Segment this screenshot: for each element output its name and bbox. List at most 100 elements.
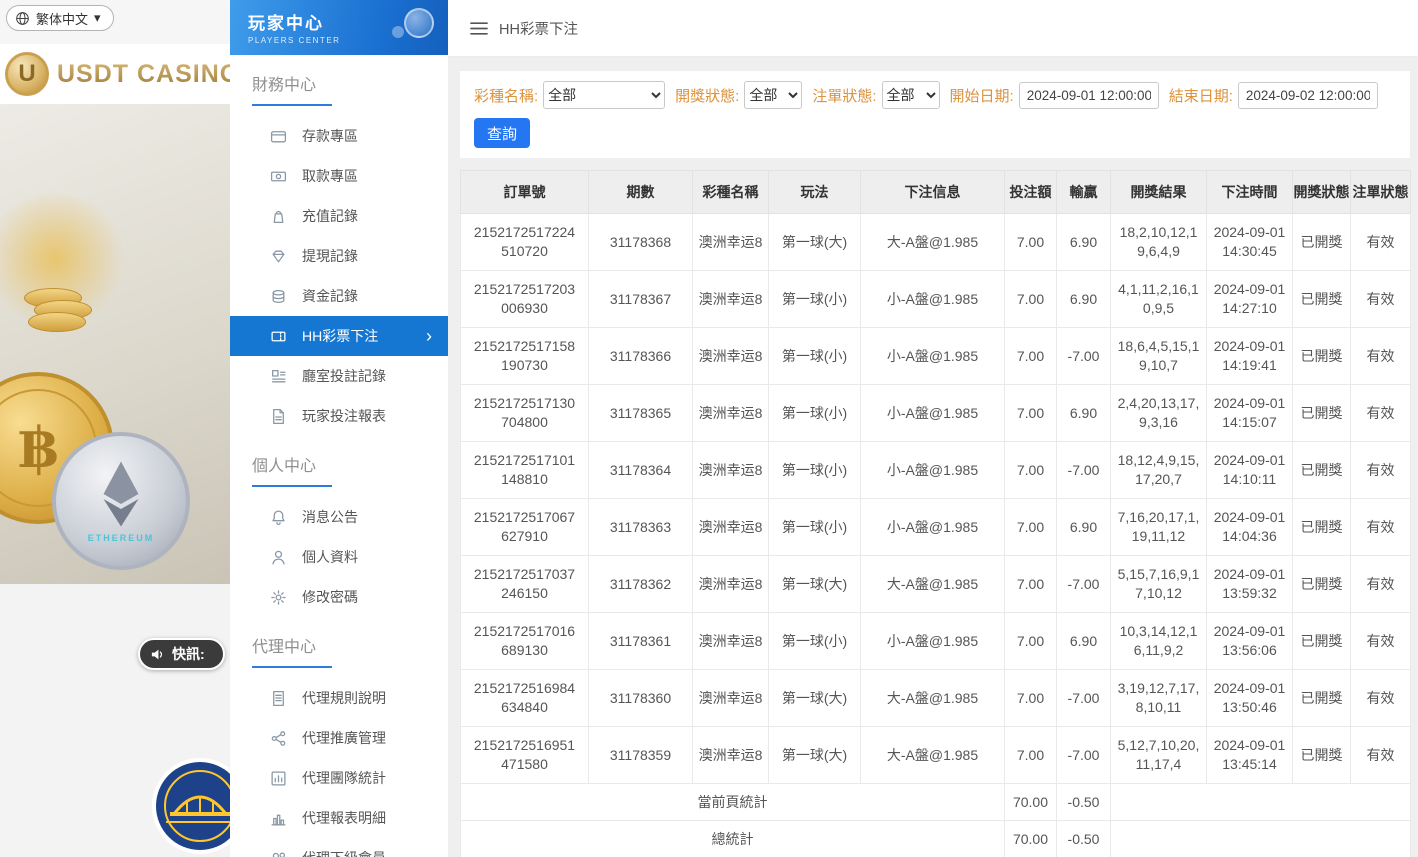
sidebar-item[interactable]: 代理報表明細: [230, 798, 448, 838]
cell-play-type: 第一球(小): [768, 384, 861, 442]
cell-draw-status: 已開獎: [1292, 270, 1351, 328]
sidebar-item[interactable]: 修改密碼: [230, 577, 448, 617]
cell-play-type: 第一球(大): [768, 726, 861, 784]
cell-period: 31178363: [588, 498, 693, 556]
cell-order-no: 2152172517016689130: [460, 612, 589, 670]
start-date-input[interactable]: [1018, 81, 1159, 109]
table-row: 2152172516951471580 31178359 澳洲幸运8 第一球(大) 大-…: [460, 726, 1411, 784]
cell-order-status: 有效: [1350, 669, 1411, 727]
cell-lottery-name: 澳洲幸运8: [692, 612, 769, 670]
column-header: 下注時間: [1206, 170, 1293, 214]
cell-bet-info: 小-A盤@1.985: [860, 270, 1005, 328]
sidebar-item[interactable]: 資金記錄: [230, 276, 448, 316]
cell-draw-result: 5,12,7,10,20,11,17,4: [1110, 726, 1207, 784]
sidebar-item[interactable]: 代理下級會員: [230, 838, 448, 857]
cashout-gem-icon: [270, 248, 287, 265]
sidebar-nav: 財務中心 存款專區 取款專區 充值記錄 提現記錄 資金記錄 HH彩票下注 › 廳室投註記錄 玩家投…: [230, 71, 448, 857]
cell-win-loss: -7.00: [1056, 669, 1111, 727]
query-button[interactable]: 查詢: [474, 118, 531, 148]
bets-table: 訂單號 期數 彩種名稱 玩法 下注信息 投注額 輸贏 開獎結果 下注時間 開獎狀態 注單狀態 2152…: [460, 170, 1411, 857]
sidebar-item[interactable]: 代理推廣管理: [230, 718, 448, 758]
cell-bet-amount: 7.00: [1004, 726, 1057, 784]
language-label: 繁体中文: [36, 11, 89, 27]
cell-draw-status: 已開獎: [1292, 384, 1351, 442]
people-icon: [270, 850, 287, 857]
draw-status-label: 開獎狀態:: [675, 87, 740, 105]
cell-bet-time: 2024-09-01 14:30:45: [1206, 213, 1293, 271]
order-status-label: 注單狀態:: [812, 87, 877, 105]
cell-draw-result: 10,3,14,12,16,11,9,2: [1110, 612, 1207, 670]
funds-coins-icon: [270, 288, 287, 305]
order-status-select[interactable]: 全部: [881, 81, 940, 109]
sidebar-item[interactable]: 代理規則說明: [230, 678, 448, 718]
cell-lottery-name: 澳洲幸运8: [692, 669, 769, 727]
site-logo: U USDT CASINO: [0, 44, 230, 104]
cell-order-no: 2152172517067627910: [460, 498, 589, 556]
cell-play-type: 第一球(小): [768, 270, 861, 328]
cell-draw-status: 已開獎: [1292, 498, 1351, 556]
language-selector[interactable]: 繁体中文 ▾: [6, 5, 114, 31]
summary-winloss-total: -0.50: [1056, 783, 1111, 821]
end-date-input[interactable]: [1237, 81, 1378, 109]
person-icon: [270, 549, 287, 566]
table-row: 2152172517203006930 31178367 澳洲幸运8 第一球(小) 小-…: [460, 270, 1411, 328]
sidebar-item[interactable]: 提現記錄: [230, 236, 448, 276]
sidebar-item-label: 代理團隊統計: [302, 770, 386, 786]
menu-toggle-icon[interactable]: [470, 21, 488, 36]
cell-play-type: 第一球(大): [768, 669, 861, 727]
player-report-icon: [270, 408, 287, 425]
sidebar-item[interactable]: 個人資料: [230, 537, 448, 577]
sidebar-item[interactable]: 存款專區: [230, 116, 448, 156]
ethereum-coin: ETHEREUM: [52, 432, 190, 570]
cell-period: 31178359: [588, 726, 693, 784]
sidebar-item-label: HH彩票下注: [302, 328, 379, 344]
cell-bet-time: 2024-09-01 13:45:14: [1206, 726, 1293, 784]
table-row: 2152172517016689130 31178361 澳洲幸运8 第一球(小) 小-…: [460, 612, 1411, 670]
cell-lottery-name: 澳洲幸运8: [692, 441, 769, 499]
cell-order-no: 2152172517130704800: [460, 384, 589, 442]
cell-period: 31178364: [588, 441, 693, 499]
column-header: 期數: [588, 170, 693, 214]
chart-box-icon: [270, 770, 287, 787]
bets-table-card: 訂單號 期數 彩種名稱 玩法 下注信息 投注額 輸贏 開獎結果 下注時間 開獎狀態 注單狀態 2152…: [460, 170, 1411, 857]
sidebar-item[interactable]: 充值記錄: [230, 196, 448, 236]
bell-icon: [270, 509, 287, 526]
section-heading: 個人中心: [230, 452, 448, 487]
table-row: 2152172517224510720 31178368 澳洲幸运8 第一球(大) 大-…: [460, 213, 1411, 271]
cell-play-type: 第一球(大): [768, 555, 861, 613]
sidebar-item[interactable]: HH彩票下注 ›: [230, 316, 448, 356]
speaker-icon: [151, 649, 163, 659]
draw-status-select[interactable]: 全部: [744, 81, 803, 109]
lottery-ticket-icon: [270, 328, 287, 345]
cell-lottery-name: 澳洲幸运8: [692, 270, 769, 328]
chevron-right-icon: ›: [426, 326, 432, 346]
lottery-name-select[interactable]: 全部: [543, 81, 666, 109]
eth-label: ETHEREUM: [87, 533, 155, 543]
cell-draw-result: 4,1,11,2,16,10,9,5: [1110, 270, 1207, 328]
cell-lottery-name: 澳洲幸运8: [692, 384, 769, 442]
summary-winloss-total: -0.50: [1056, 820, 1111, 857]
cell-bet-info: 大-A盤@1.985: [860, 213, 1005, 271]
summary-bet-total: 70.00: [1004, 820, 1057, 857]
sidebar-item[interactable]: 代理團隊統計: [230, 758, 448, 798]
news-ticker-button[interactable]: 快訊:: [138, 638, 225, 670]
news-ticker-label: 快訊:: [172, 646, 205, 662]
sidebar-item[interactable]: 玩家投注報表: [230, 396, 448, 436]
summary-label: 當前頁統計: [460, 783, 1005, 821]
start-date-label: 開始日期:: [949, 87, 1014, 105]
sidebar-item[interactable]: 取款專區: [230, 156, 448, 196]
cell-order-status: 有效: [1350, 270, 1411, 328]
cell-win-loss: 6.90: [1056, 270, 1111, 328]
table-row: 2152172517037246150 31178362 澳洲幸运8 第一球(大) 大-…: [460, 555, 1411, 613]
cell-order-no: 2152172517158190730: [460, 327, 589, 385]
cell-draw-status: 已開獎: [1292, 612, 1351, 670]
cell-bet-amount: 7.00: [1004, 669, 1057, 727]
sidebar-item[interactable]: 廳室投註記錄: [230, 356, 448, 396]
cell-period: 31178360: [588, 669, 693, 727]
sidebar-item-label: 資金記錄: [302, 288, 358, 304]
table-row: 2152172517158190730 31178366 澳洲幸运8 第一球(小) 小-…: [460, 327, 1411, 385]
cell-bet-info: 大-A盤@1.985: [860, 555, 1005, 613]
cell-bet-amount: 7.00: [1004, 213, 1057, 271]
cell-order-status: 有效: [1350, 612, 1411, 670]
sidebar-item[interactable]: 消息公告: [230, 497, 448, 537]
